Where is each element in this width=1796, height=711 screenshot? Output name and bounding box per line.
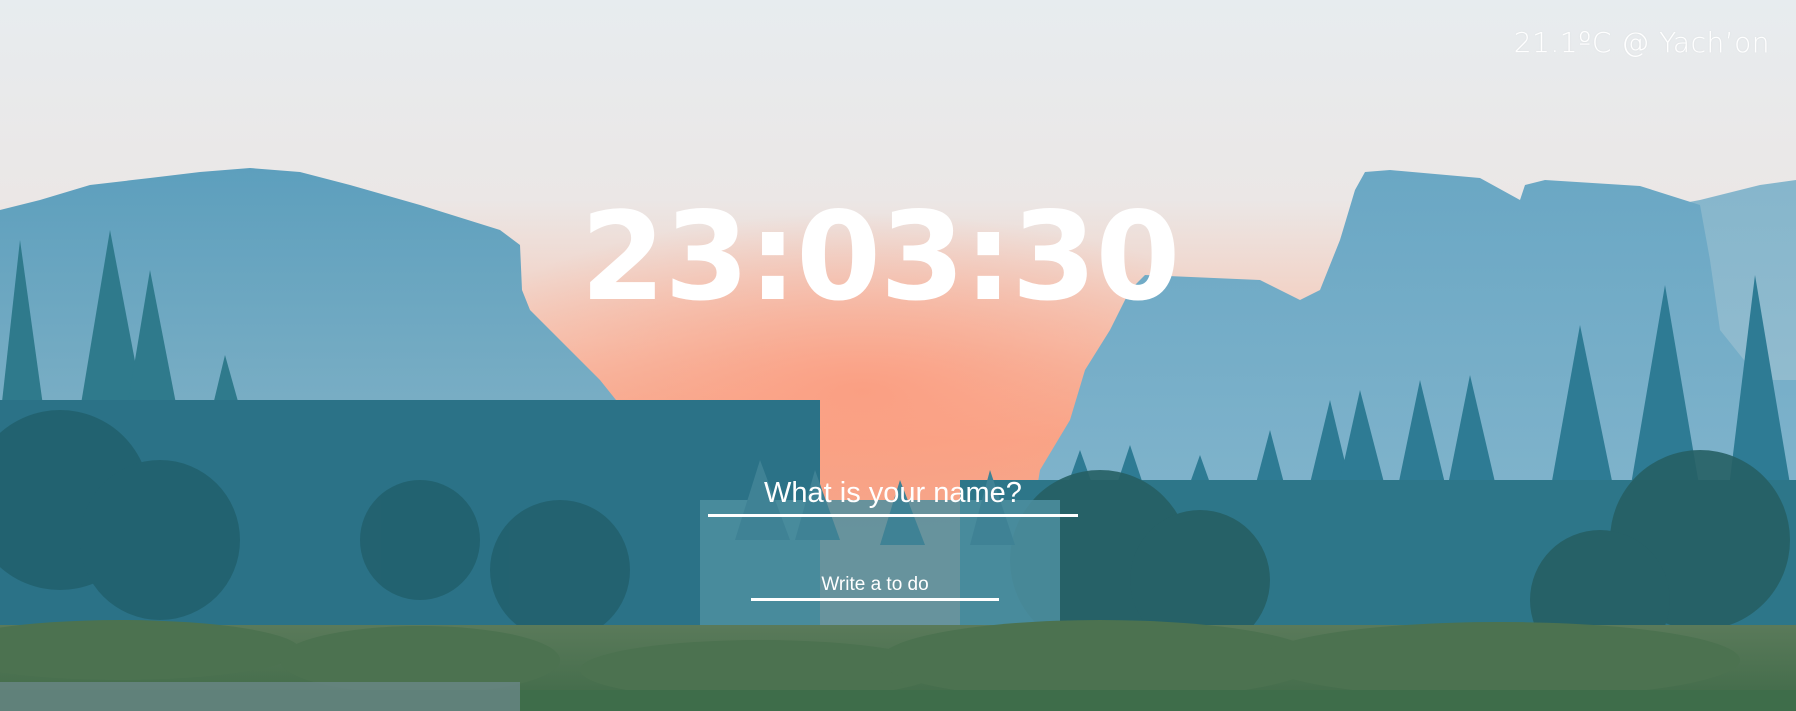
landscape-svg [0,0,1796,711]
weather-readout: 21.1ºC @ Yach’on [1513,26,1770,59]
clock-time: 23:03:30 [580,186,1181,328]
todo-input[interactable] [751,572,999,601]
background-landscape-image [0,0,1796,711]
greeting-form [708,474,1078,517]
todo-form [751,572,999,601]
name-input[interactable] [708,474,1078,517]
